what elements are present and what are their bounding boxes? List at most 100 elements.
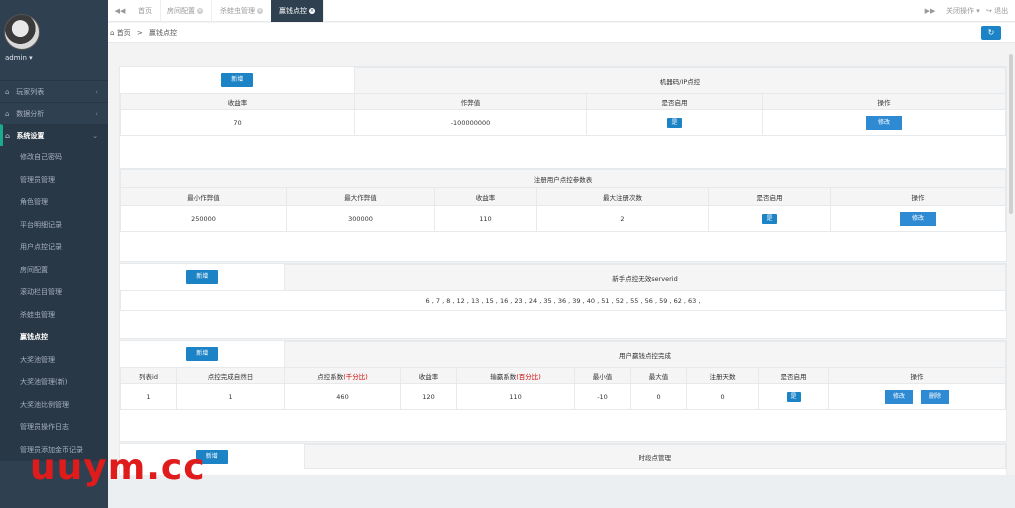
cell-min: 250000 [120, 205, 287, 232]
cell-days: 0 [686, 383, 760, 410]
sidebar-sub-item[interactable]: 用户点控记录 [0, 236, 108, 259]
col-header: 列表id [120, 367, 177, 384]
add-button[interactable]: 新增 [186, 270, 219, 285]
watermark: uuym.cc [30, 447, 206, 488]
cell-cheat: -100000000 [354, 109, 587, 136]
tab-kill-manage[interactable]: 杀蛙虫管理 × [212, 0, 272, 22]
panel-title: 机器码/IP点控 [354, 67, 1006, 94]
vertical-scrollbar[interactable] [1007, 44, 1015, 344]
admin-menu[interactable]: admin ▾ [5, 54, 33, 62]
enabled-badge[interactable]: 是 [667, 117, 682, 128]
cell-maxreg: 2 [536, 205, 709, 232]
sidebar-item-settings[interactable]: ⌂ 系统设置 ⌄ [0, 124, 108, 146]
sidebar-sub-item[interactable]: 修改自己密码 [0, 146, 108, 169]
home-icon: ⌂ [5, 132, 11, 140]
sidebar: admin ▾ ⌂ 玩家列表 ‹ ⌂ 数据分析 ‹ ⌂ 系统设置 ⌄ 修改自己密码 管… [0, 0, 108, 508]
chevron-right-icon: ‹ [95, 110, 98, 118]
col-header: 收益率 [120, 93, 355, 110]
col-header-text: 点控系数 [317, 372, 344, 381]
close-icon[interactable]: × [309, 8, 315, 14]
panel-title: 时段点管理 [303, 444, 1006, 469]
close-ops-menu[interactable]: 关闭操作 ▾ [946, 0, 980, 22]
col-header-unit: (千分比) [343, 372, 368, 381]
col-header: 是否启用 [708, 187, 831, 206]
col-header: 是否启用 [758, 367, 830, 384]
add-button[interactable]: 新增 [186, 347, 219, 362]
home-icon: ⌂ [110, 29, 115, 37]
col-header: 最大作弊值 [286, 187, 435, 206]
tab-win-control[interactable]: 赢钱点控 × [271, 0, 324, 22]
cell-rate: 110 [434, 205, 537, 232]
sidebar-sub-item[interactable]: 角色管理 [0, 191, 108, 214]
sidebar-sub-item[interactable]: 管理员操作日志 [0, 416, 108, 439]
sidebar-item-label: 数据分析 [16, 110, 45, 118]
scrollbar-thumb[interactable] [1009, 54, 1013, 214]
cell-min: -10 [574, 383, 632, 410]
panel-user-win-control: 新增 用户赢钱点控完成 列表id 点控完成自然日 点控系数(千分比) 收益率 输… [119, 340, 1007, 442]
sidebar-sub-item[interactable]: 滚动栏目管理 [0, 281, 108, 304]
panel-time-control: 新增 时段点管理 [119, 443, 1007, 475]
cell-rate: 70 [120, 109, 355, 136]
close-icon[interactable]: × [197, 8, 203, 14]
breadcrumb-sep: > [136, 29, 143, 37]
tab-label: 赢钱点控 [279, 7, 307, 15]
sidebar-sub-item[interactable]: 平台明细记录 [0, 214, 108, 237]
add-button[interactable]: 新增 [221, 73, 254, 88]
edit-button[interactable]: 修改 [884, 389, 913, 404]
col-header: 是否启用 [586, 93, 763, 110]
tab-room-config[interactable]: 房间配置 × [159, 0, 212, 22]
sidebar-item-players[interactable]: ⌂ 玩家列表 ‹ [0, 80, 108, 102]
breadcrumb: ⌂ 首页 > 赢钱点控 [110, 23, 177, 43]
col-header: 最小作弊值 [120, 187, 287, 206]
enabled-badge[interactable]: 是 [786, 391, 801, 402]
tab-bar: ◀◀ 首页 房间配置 × 杀蛙虫管理 × 赢钱点控 × ▶▶ 关闭操作 ▾ ↪ 退出 [108, 0, 1015, 22]
logout-button[interactable]: ↪ 退出 [986, 0, 1008, 22]
close-ops-label: 关闭操作 [946, 7, 974, 15]
enabled-badge[interactable]: 是 [762, 213, 777, 224]
scroll-left-icon[interactable]: ◀◀ [110, 0, 130, 22]
sidebar-sub-item[interactable]: 大奖池管理 [0, 349, 108, 372]
scroll-right-icon[interactable]: ▶▶ [920, 0, 940, 22]
sidebar-sub-item-current[interactable]: 赢钱点控 [0, 326, 108, 349]
edit-button[interactable]: 修改 [865, 115, 902, 130]
col-header: 最大注册次数 [536, 187, 709, 206]
serverid-list: 6 , 7 , 8 , 12 , 13 , 15 , 16 , 23 , 24 … [120, 290, 1006, 311]
col-header: 收益率 [400, 367, 458, 384]
chevron-down-icon: ⌄ [92, 132, 98, 140]
cell-id: 1 [120, 383, 177, 410]
chevron-right-icon: ‹ [95, 88, 98, 96]
sidebar-sub-item[interactable]: 大奖池比例管理 [0, 394, 108, 417]
tab-home[interactable]: 首页 [130, 0, 161, 22]
col-header: 最大值 [630, 367, 688, 384]
sidebar-sub-item[interactable]: 杀蛙虫管理 [0, 304, 108, 327]
col-header: 收益率 [434, 187, 537, 206]
tab-label: 房间配置 [167, 7, 195, 15]
sidebar-item-label: 系统设置 [16, 132, 45, 140]
col-header: 操作 [828, 367, 1006, 384]
panel-title: 新手点控无效serverid [284, 264, 1006, 291]
cell-rate: 120 [400, 383, 458, 410]
cell-max: 0 [630, 383, 688, 410]
sidebar-submenu: 修改自己密码 管理员管理 角色管理 平台明细记录 用户点控记录 房间配置 滚动栏… [0, 146, 108, 461]
breadcrumb-bar: ⌂ 首页 > 赢钱点控 ↻ [108, 23, 1015, 43]
cell-max: 300000 [286, 205, 435, 232]
logout-icon: ↪ [986, 7, 992, 15]
breadcrumb-home[interactable]: 首页 [117, 29, 131, 37]
admin-name: admin [5, 54, 27, 62]
col-header-coef: 点控系数(千分比) [284, 367, 402, 384]
refresh-button[interactable]: ↻ [981, 26, 1001, 40]
footer-bar [108, 475, 1015, 508]
edit-button[interactable]: 修改 [899, 211, 936, 226]
sidebar-sub-item[interactable]: 大奖池管理(新) [0, 371, 108, 394]
close-icon[interactable]: × [257, 8, 263, 14]
delete-button[interactable]: 删除 [921, 389, 950, 404]
sidebar-item-label: 玩家列表 [16, 88, 45, 96]
sidebar-item-analysis[interactable]: ⌂ 数据分析 ‹ [0, 102, 108, 124]
cell-day: 1 [175, 383, 286, 410]
home-icon: ⌂ [5, 110, 10, 118]
refresh-icon: ↻ [987, 28, 995, 37]
sidebar-sub-item[interactable]: 房间配置 [0, 259, 108, 282]
sidebar-sub-item[interactable]: 管理员管理 [0, 169, 108, 192]
col-header: 作弊值 [354, 93, 587, 110]
avatar[interactable] [4, 14, 40, 50]
